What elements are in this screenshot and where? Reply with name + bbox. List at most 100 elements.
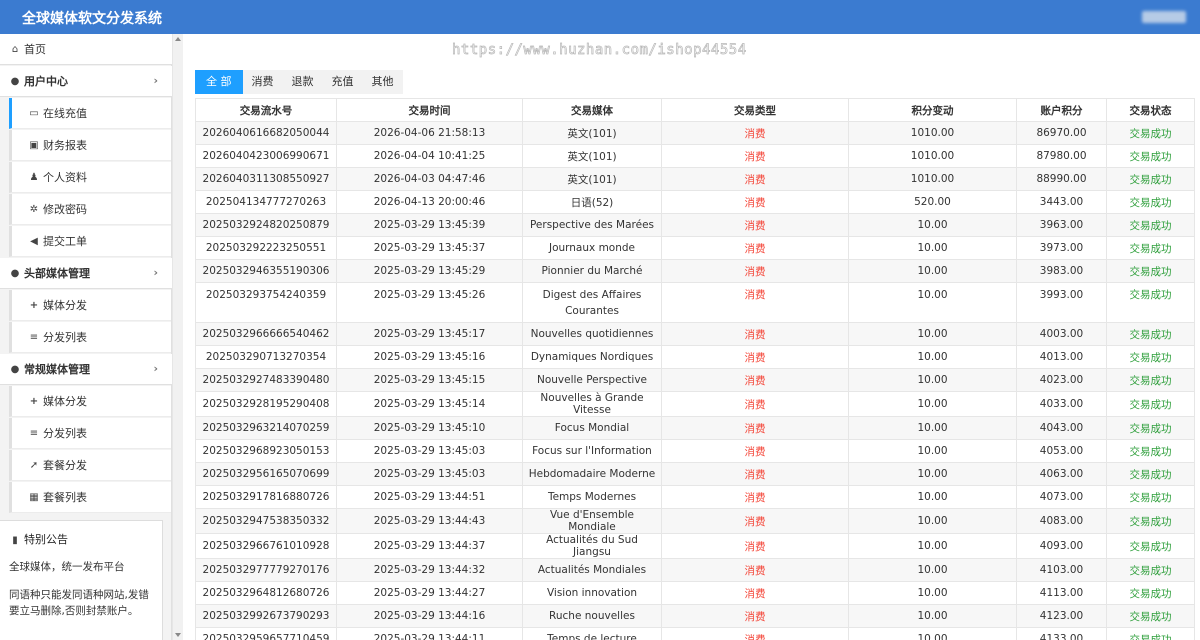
sidebar-group-regular-media[interactable]: ● 常规媒体管理 › <box>0 354 172 385</box>
sidebar-item-top-media-distribute[interactable]: + 媒体分发 <box>9 290 171 321</box>
cell-time: 2025-03-29 13:45:15 <box>336 368 523 392</box>
table-row: 2025032959657710459 2025-03-29 13:44:11 Te… <box>195 627 1195 640</box>
sidebar-item-home[interactable]: ⌂ 首页 <box>0 34 172 65</box>
cell-status: 交易成功 <box>1106 485 1195 509</box>
sidebar-item-label: 在线充值 <box>43 107 87 120</box>
notice-line-2: 同语种只能发同语种网站,发错要立马删除,否则封禁账户。 <box>9 589 149 617</box>
cell-type: 消费 <box>661 581 849 605</box>
sidebar-item-change-password[interactable]: ✲ 修改密码 <box>9 194 171 225</box>
table-row: 2025032924820250879 2025-03-29 13:45:39 Pe… <box>195 213 1195 237</box>
cell-type: 消费 <box>661 167 849 191</box>
cell-balance: 4073.00 <box>1016 485 1107 509</box>
gear-icon: ✲ <box>29 203 39 215</box>
cell-balance: 86970.00 <box>1016 121 1107 145</box>
cell-serial: 2025032977779270176 <box>195 558 337 582</box>
notice-panel: ▮ 特别公告 全球媒体，统一发布平台 同语种只能发同语种网站,发错要立马删除,否则… <box>0 520 163 640</box>
scroll-up-icon[interactable] <box>175 37 181 41</box>
sidebar-group-label: 用户中心 <box>24 75 68 88</box>
cell-serial: 2025032966761010928 <box>195 533 337 559</box>
cell-media: Hebdomadaire Moderne <box>522 462 662 486</box>
sidebar-item-finance-report[interactable]: ▣ 财务报表 <box>9 130 171 161</box>
cell-status: 交易成功 <box>1106 581 1195 605</box>
cell-type: 消费 <box>661 121 849 145</box>
table-row: 2025032977779270176 2025-03-29 13:44:32 Ac… <box>195 558 1195 582</box>
cell-points-change: 10.00 <box>848 462 1017 486</box>
top-bar: 全球媒体软文分发系统 <box>0 0 1200 34</box>
table-row: 2025032928195290408 2025-03-29 13:45:14 No… <box>195 391 1195 417</box>
table-row: 2026040423006990671 2026-04-04 10:41:25 英文… <box>195 144 1195 168</box>
sidebar-item-regular-media-list[interactable]: ≡ 分发列表 <box>9 418 171 449</box>
cell-serial: 202503290713270354 <box>195 345 337 369</box>
cell-status: 交易成功 <box>1106 391 1195 417</box>
cell-serial: 2026040423006990671 <box>195 144 337 168</box>
sidebar-item-recharge[interactable]: ▭ 在线充值 <box>9 98 171 129</box>
cell-points-change: 10.00 <box>848 558 1017 582</box>
cell-time: 2026-04-04 10:41:25 <box>336 144 523 168</box>
sidebar-item-package-list[interactable]: ▦ 套餐列表 <box>9 482 171 513</box>
table-row: 2025032956165070699 2025-03-29 13:45:03 He… <box>195 462 1195 486</box>
cell-status: 交易成功 <box>1106 508 1195 534</box>
cell-type: 消费 <box>661 508 849 534</box>
sidebar-group-user-center[interactable]: ● 用户中心 › <box>0 66 172 97</box>
cell-status: 交易成功 <box>1106 627 1195 640</box>
cell-type: 消费 <box>661 236 849 260</box>
cell-serial: 2025032927483390480 <box>195 368 337 392</box>
cell-balance: 3973.00 <box>1016 236 1107 260</box>
tab-other[interactable]: 其他 <box>363 70 403 94</box>
sidebar-group-top-media[interactable]: ● 头部媒体管理 › <box>0 258 172 289</box>
volume-icon: ◀ <box>30 235 38 247</box>
user-account-blurred[interactable] <box>1142 11 1186 23</box>
cell-media: Nouvelle Perspective <box>522 368 662 392</box>
cell-time: 2026-04-03 04:47:46 <box>336 167 523 191</box>
cell-status: 交易成功 <box>1106 144 1195 168</box>
column-header: 交易状态 <box>1106 98 1195 122</box>
cell-time: 2025-03-29 13:45:03 <box>336 439 523 463</box>
cell-media: Temps de lecture <box>522 627 662 640</box>
cell-type: 消费 <box>661 485 849 509</box>
sidebar-item-label: 套餐分发 <box>43 459 87 472</box>
sidebar-item-regular-media-distribute[interactable]: + 媒体分发 <box>9 386 171 417</box>
tab-all[interactable]: 全 部 <box>195 70 243 94</box>
cell-time: 2025-03-29 13:44:16 <box>336 604 523 628</box>
table-row: 2025032963214070259 2025-03-29 13:45:10 Fo… <box>195 416 1195 440</box>
column-header: 账户积分 <box>1016 98 1107 122</box>
sidebar-item-label: 财务报表 <box>43 139 87 152</box>
sidebar-group-label: 头部媒体管理 <box>24 267 90 280</box>
cell-balance: 87980.00 <box>1016 144 1107 168</box>
cell-type: 消费 <box>661 416 849 440</box>
sidebar-item-label: 修改密码 <box>43 203 87 216</box>
filter-tabs: 全 部 消费 退款 充值 其他 <box>195 70 403 94</box>
cell-media: Actualités Mondiales <box>522 558 662 582</box>
notice-title-text: 特别公告 <box>24 533 68 546</box>
cell-media: Focus sur l'Information <box>522 439 662 463</box>
cell-status: 交易成功 <box>1106 322 1195 346</box>
cell-media: 英文(101) <box>522 121 662 145</box>
cell-balance: 4013.00 <box>1016 345 1107 369</box>
cell-points-change: 10.00 <box>848 581 1017 605</box>
cell-media: Digest des Affaires Courantes <box>522 282 662 323</box>
cell-serial: 202504134777270263 <box>195 190 337 214</box>
cell-points-change: 520.00 <box>848 190 1017 214</box>
sidebar-item-package-distribute[interactable]: ➚ 套餐分发 <box>9 450 171 481</box>
tab-refund[interactable]: 退款 <box>283 70 323 94</box>
cell-time: 2025-03-29 13:45:03 <box>336 462 523 486</box>
cell-points-change: 10.00 <box>848 391 1017 417</box>
cell-balance: 3443.00 <box>1016 190 1107 214</box>
cell-balance: 3963.00 <box>1016 213 1107 237</box>
tab-consume[interactable]: 消费 <box>243 70 283 94</box>
sidebar-scrollbar[interactable] <box>172 34 183 640</box>
cell-serial: 2026040616682050044 <box>195 121 337 145</box>
cell-media: Pionnier du Marché <box>522 259 662 283</box>
sidebar-item-label: 个人资料 <box>43 171 87 184</box>
sidebar-item-label: 套餐列表 <box>43 491 87 504</box>
sidebar-item-submit-ticket[interactable]: ◀ 提交工单 <box>9 226 171 257</box>
credit-card-icon: ▭ <box>29 107 39 119</box>
cell-time: 2025-03-29 13:44:32 <box>336 558 523 582</box>
scroll-down-icon[interactable] <box>175 633 181 637</box>
sidebar-item-profile[interactable]: ♟ 个人资料 <box>9 162 171 193</box>
cell-time: 2025-03-29 13:45:16 <box>336 345 523 369</box>
tab-recharge[interactable]: 充值 <box>323 70 363 94</box>
cell-balance: 4083.00 <box>1016 508 1107 534</box>
cell-media: Actualités du Sud Jiangsu <box>522 533 662 559</box>
sidebar-item-top-media-list[interactable]: ≡ 分发列表 <box>9 322 171 353</box>
